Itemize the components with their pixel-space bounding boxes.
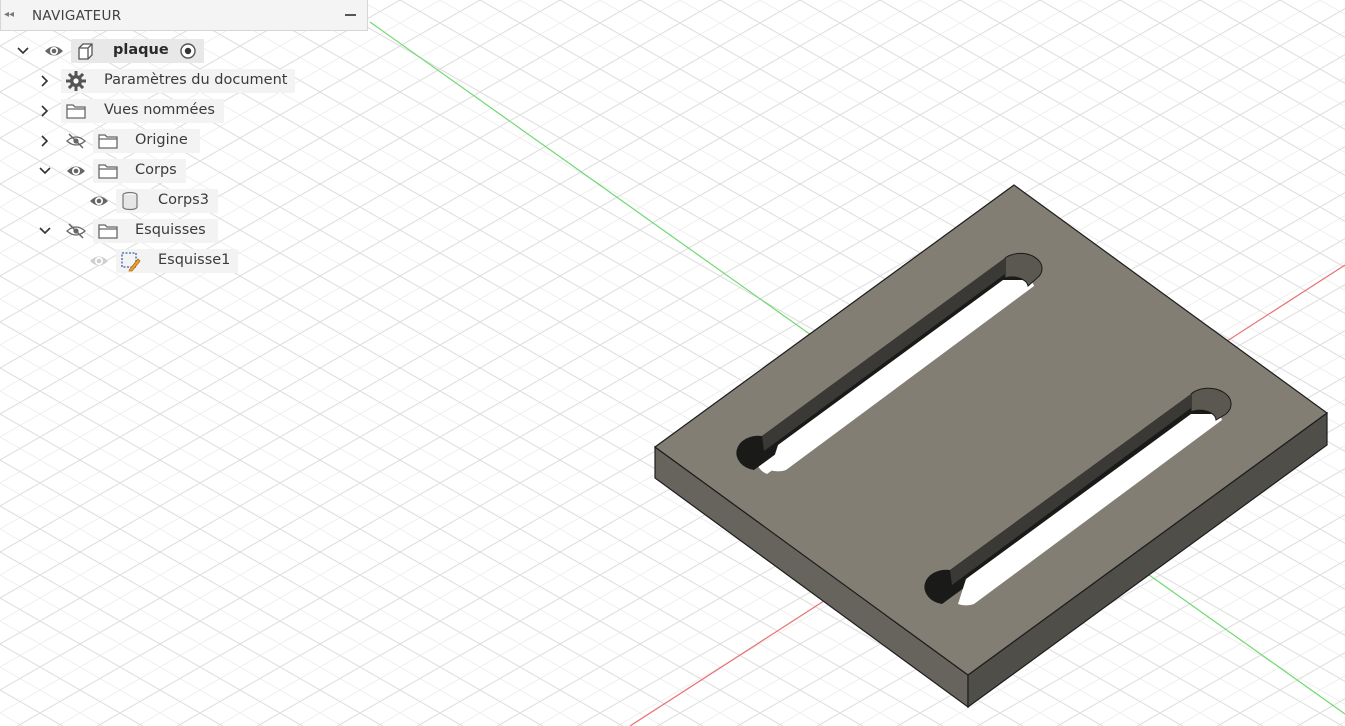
eye-icon[interactable] [88, 190, 110, 212]
tree-item-label: Corps [135, 162, 177, 178]
chevron-right-icon[interactable] [38, 74, 52, 88]
navigator-panel: ◂◂ NAVIGATEUR plaque Paramètres du docum… [0, 0, 369, 283]
eye-icon[interactable] [88, 250, 110, 272]
folder-icon [97, 130, 119, 152]
eye-hidden-icon[interactable] [65, 130, 87, 152]
folder-icon [65, 100, 87, 122]
folder-icon [97, 160, 119, 182]
eye-icon[interactable] [65, 160, 87, 182]
tree-item-label: Origine [135, 132, 188, 148]
tree-item-label: Esquisse1 [158, 252, 231, 268]
navigator-title: NAVIGATEUR [32, 8, 122, 24]
minus-icon[interactable] [345, 14, 356, 16]
chevron-right-icon[interactable] [38, 104, 52, 118]
tree-item-corps3[interactable]: Corps3 [0, 188, 369, 214]
tree-item-parametres[interactable]: Paramètres du document [0, 68, 369, 94]
tree-root-plaque[interactable]: plaque [0, 38, 369, 64]
component-icon [74, 40, 96, 62]
root-label: plaque [113, 42, 169, 58]
activate-radio-icon[interactable] [177, 40, 199, 62]
folder-icon [97, 220, 119, 242]
chevron-down-icon[interactable] [38, 164, 52, 178]
tree-item-label: Corps3 [158, 192, 209, 208]
tree-item-esquisses[interactable]: Esquisses [0, 218, 369, 244]
chevron-down-icon[interactable] [16, 44, 30, 58]
tree-item-label: Paramètres du document [104, 72, 288, 88]
tree-item-vues-nommees[interactable]: Vues nommées [0, 98, 369, 124]
tree-item-corps[interactable]: Corps [0, 158, 369, 184]
sketch-icon [119, 250, 141, 272]
navigator-header: ◂◂ NAVIGATEUR [0, 0, 368, 31]
tree-item-origine[interactable]: Origine [0, 128, 369, 154]
tree-item-esquisse1[interactable]: Esquisse1 [0, 248, 369, 274]
body-icon [119, 190, 141, 212]
double-chevron-left-icon[interactable]: ◂◂ [4, 9, 14, 21]
chevron-right-icon[interactable] [38, 134, 52, 148]
gear-icon [65, 70, 87, 92]
tree-item-label: Vues nommées [104, 102, 215, 118]
chevron-down-icon[interactable] [38, 224, 52, 238]
eye-icon[interactable] [43, 40, 65, 62]
tree-item-label: Esquisses [135, 222, 206, 238]
eye-hidden-icon[interactable] [65, 220, 87, 242]
